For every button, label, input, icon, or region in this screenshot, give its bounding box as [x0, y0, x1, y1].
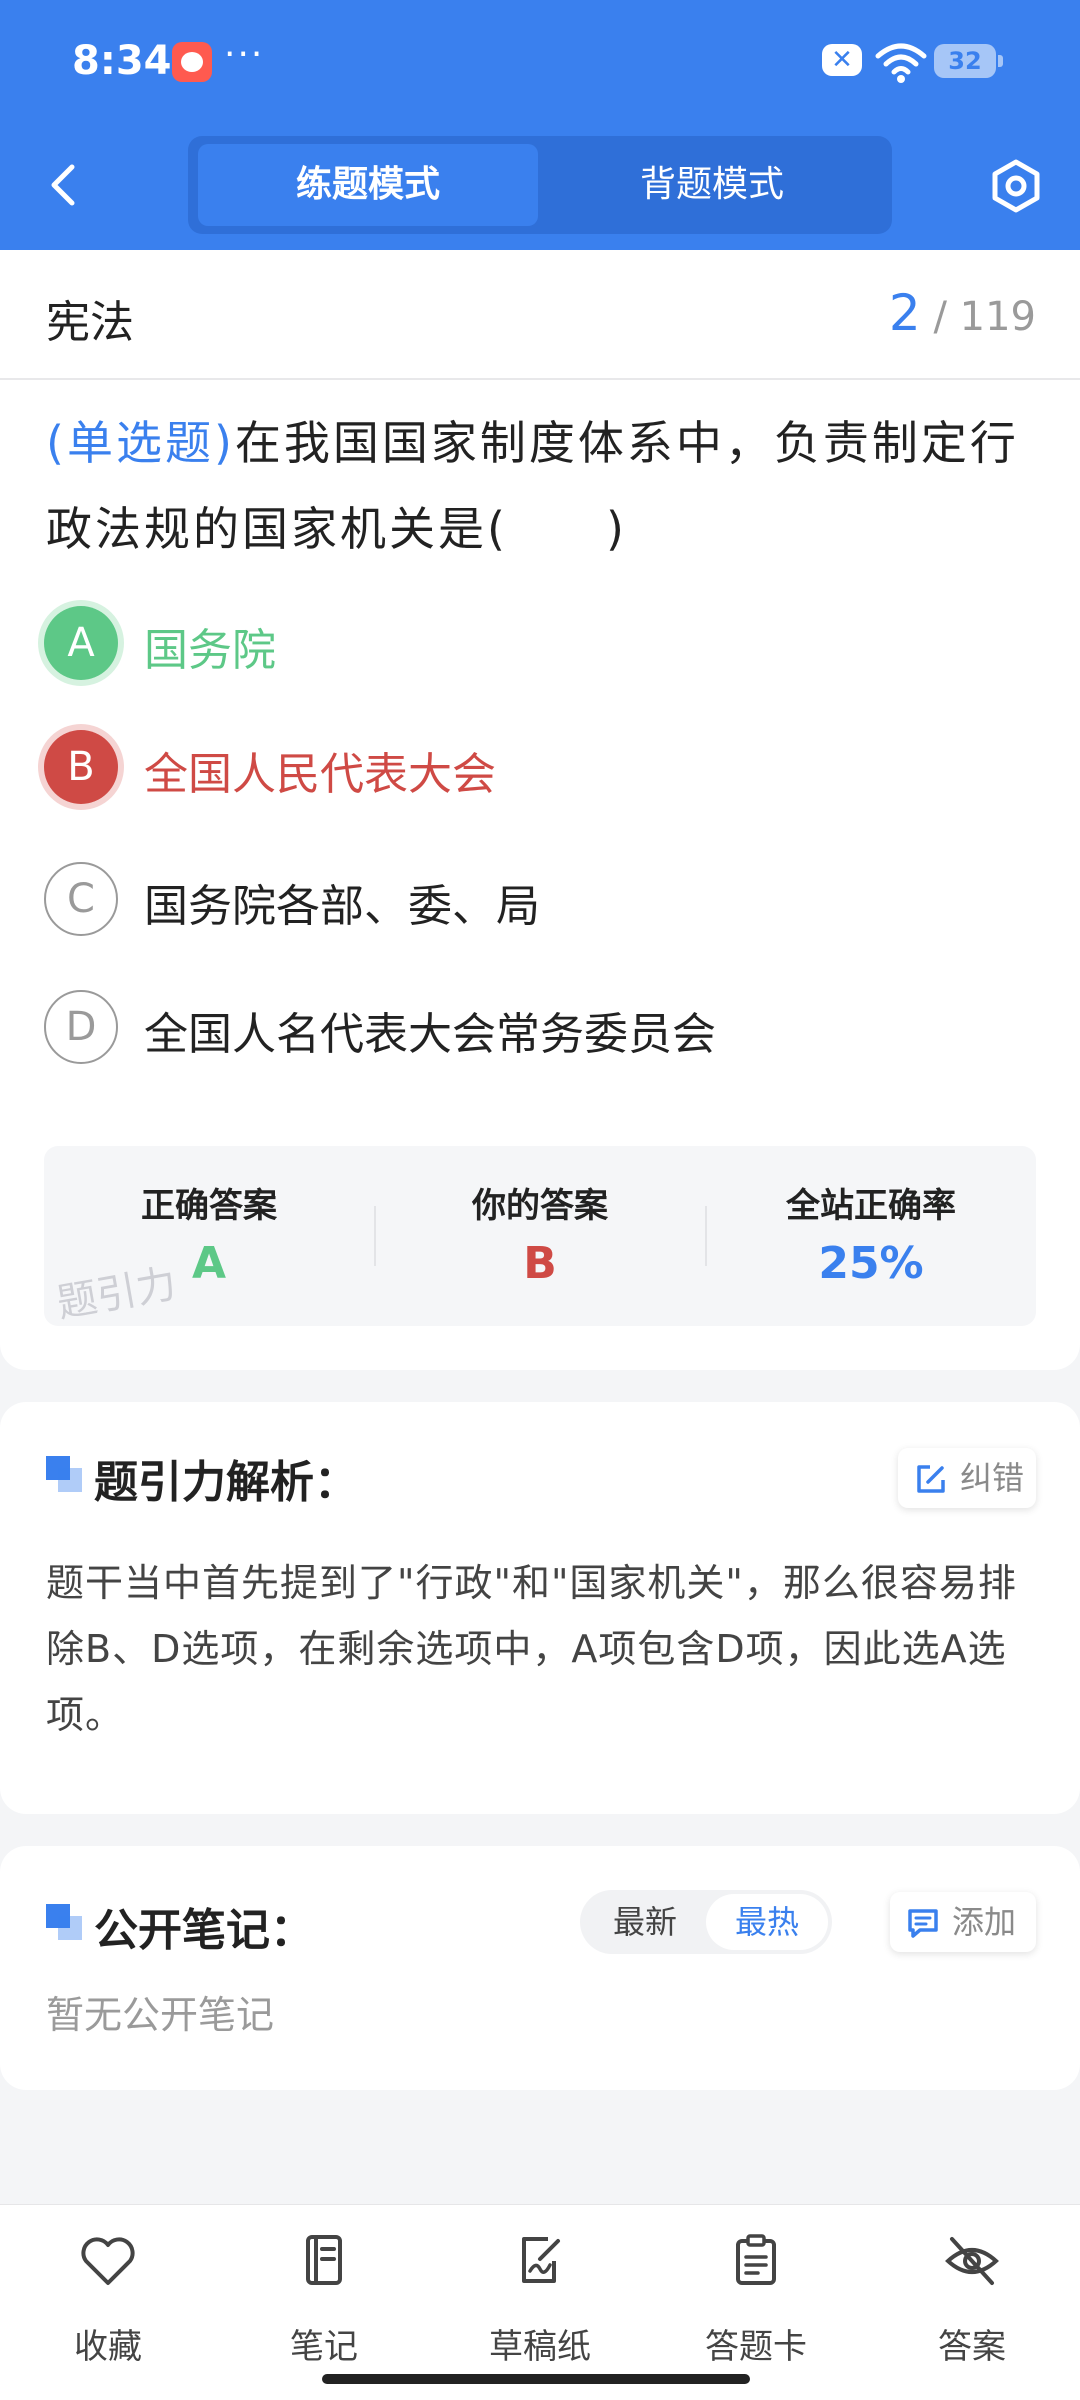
analysis-title: 题引力解析：	[94, 1457, 358, 1508]
option-letter: D	[44, 990, 118, 1064]
correct-answer-label: 正确答案	[141, 1186, 277, 1226]
tab-practice-mode[interactable]: 练题模式	[198, 144, 538, 226]
your-answer-stat: 你的答案 B	[375, 1146, 705, 1326]
option-text: 国务院各部、委、局	[144, 881, 540, 932]
app-header: 8:34 ··· ✕ 32 练题模式 背题模式	[0, 0, 1080, 250]
status-bar: 8:34 ··· ✕ 32	[0, 0, 1080, 130]
subject-row: 宪法 2 / 119	[0, 250, 1080, 380]
notes-title: 公开笔记：	[94, 1905, 314, 1956]
notes-button[interactable]: 笔记	[216, 2227, 432, 2377]
question-text: (单选题)在我国国家制度体系中，负责制定行政法规的国家机关是( )	[46, 400, 1036, 572]
comment-icon	[908, 1909, 938, 1938]
current-question-number: 2	[888, 284, 921, 342]
option-text: 全国人民代表大会	[144, 749, 496, 800]
no-sim-icon: ✕	[822, 44, 862, 76]
eye-off-icon	[945, 2237, 999, 2285]
analysis-card: 题引力解析： 纠错 题干当中首先提到了"行政"和"国家机关"，那么很容易排除B、…	[0, 1402, 1080, 1814]
correct-rate-label: 全站正确率	[786, 1186, 956, 1226]
question-card: 宪法 2 / 119 (单选题)在我国国家制度体系中，负责制定行政法规的国家机关…	[0, 250, 1080, 1370]
your-answer-value: B	[523, 1238, 557, 1289]
show-answer-label: 答案	[938, 2327, 1006, 2367]
correct-rate-value: 25%	[818, 1238, 924, 1289]
favorite-label: 收藏	[74, 2327, 142, 2367]
edit-icon	[917, 1465, 945, 1493]
back-button[interactable]	[34, 155, 94, 215]
more-notifications-icon: ···	[224, 34, 265, 75]
option-letter: A	[44, 606, 118, 680]
question-progress: 2 / 119	[889, 284, 1036, 342]
settings-icon[interactable]	[986, 156, 1046, 216]
battery-icon: 32	[934, 44, 1003, 78]
notes-sort-toggle: 最新 最热	[580, 1890, 832, 1954]
sort-hot-button[interactable]: 最热	[706, 1894, 828, 1950]
home-indicator[interactable]	[322, 2374, 750, 2384]
draft-paper-icon	[522, 2237, 560, 2283]
notification-app-icon	[172, 42, 212, 82]
your-answer-label: 你的答案	[472, 1186, 608, 1226]
option-letter: C	[44, 862, 118, 936]
favorite-button[interactable]: 收藏	[0, 2227, 216, 2377]
option-text: 全国人名代表大会常务委员会	[144, 1009, 716, 1060]
answer-sheet-button[interactable]: 答题卡	[648, 2227, 864, 2377]
option-c[interactable]: C 国务院各部、委、局	[44, 860, 944, 940]
wifi-icon	[875, 43, 927, 83]
option-a[interactable]: A 国务院	[44, 604, 944, 684]
total-questions: / 119	[933, 294, 1036, 340]
notes-empty-text: 暂无公开笔记	[46, 1993, 275, 2037]
report-error-label: 纠错	[960, 1459, 1025, 1497]
show-answer-button[interactable]: 答案	[864, 2227, 1080, 2377]
report-error-button[interactable]: 纠错	[898, 1448, 1036, 1508]
question-type: (单选题)	[46, 416, 235, 470]
draft-paper-button[interactable]: 草稿纸	[432, 2227, 648, 2377]
notebook-icon	[306, 2235, 342, 2285]
section-icon	[46, 1904, 82, 1940]
correct-rate-stat: 全站正确率 25%	[706, 1146, 1036, 1326]
answer-sheet-icon	[736, 2234, 776, 2285]
answer-sheet-label: 答题卡	[705, 2327, 807, 2367]
analysis-text: 题干当中首先提到了"行政"和"国家机关"，那么很容易排除B、D选项，在剩余选项中…	[46, 1561, 1017, 1737]
sort-latest-button[interactable]: 最新	[584, 1894, 706, 1950]
answer-stats: 正确答案 A 你的答案 B 全站正确率 25% 题引力	[44, 1146, 1036, 1327]
bottom-toolbar: 收藏 笔记 草稿纸 答题卡 答案	[0, 2204, 1080, 2400]
draft-paper-label: 草稿纸	[489, 2327, 591, 2367]
mode-switch: 练题模式 背题模式	[188, 136, 892, 234]
option-letter: B	[44, 730, 118, 804]
tab-memorize-mode[interactable]: 背题模式	[542, 144, 882, 226]
status-time: 8:34	[72, 38, 172, 84]
option-text: 国务院	[144, 625, 276, 676]
notes-label: 笔记	[290, 2327, 358, 2367]
option-b[interactable]: B 全国人民代表大会	[44, 728, 944, 808]
subject-title: 宪法	[46, 297, 134, 348]
add-note-label: 添加	[952, 1903, 1017, 1941]
heart-icon	[81, 2237, 135, 2285]
option-d[interactable]: D 全国人名代表大会常务委员会	[44, 988, 944, 1068]
add-note-button[interactable]: 添加	[890, 1892, 1036, 1952]
section-icon	[46, 1456, 82, 1492]
notes-card: 公开笔记： 最新 最热 添加 暂无公开笔记	[0, 1846, 1080, 2090]
